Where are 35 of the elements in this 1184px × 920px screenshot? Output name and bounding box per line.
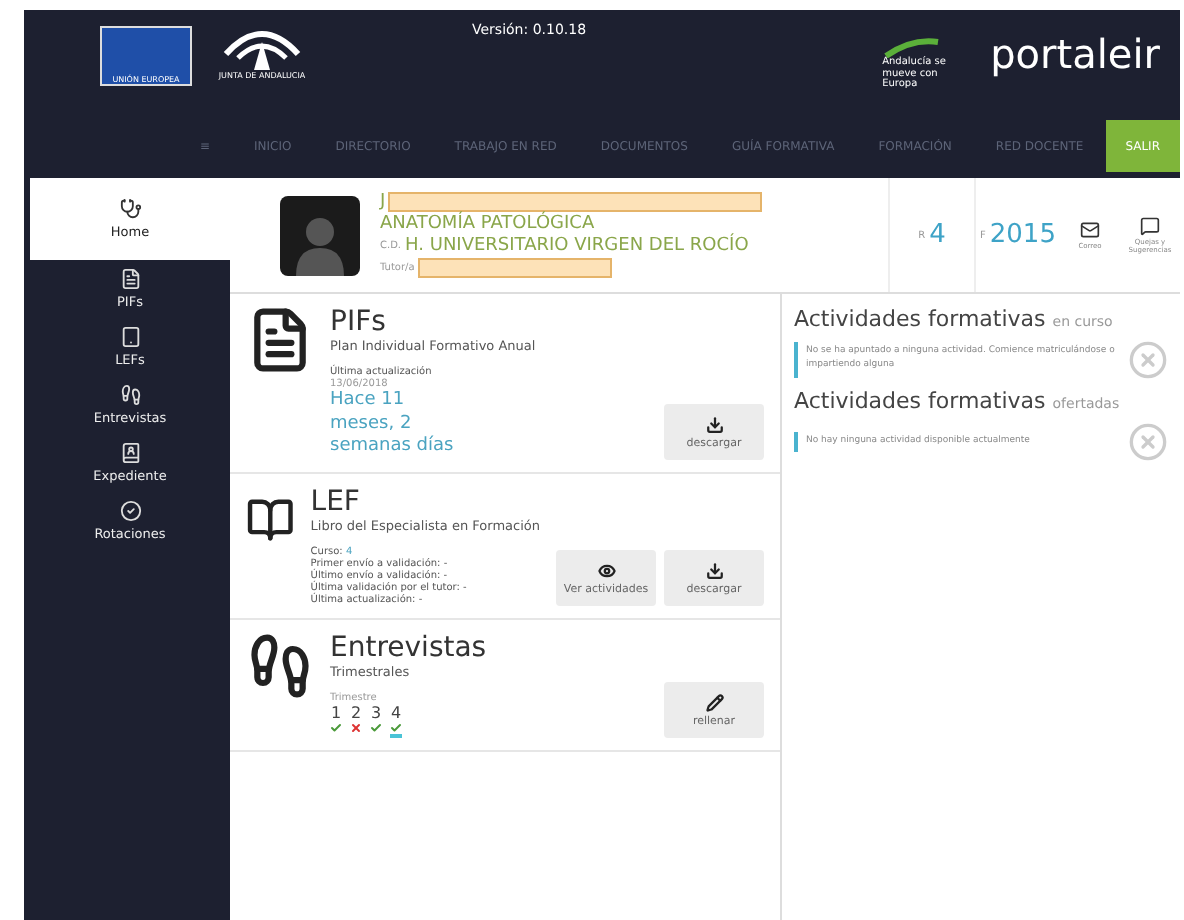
check-icon <box>330 722 342 735</box>
avatar-silhouette <box>280 195 360 275</box>
quarter-tab[interactable]: 3 <box>370 704 382 739</box>
stethoscope-icon <box>119 198 141 220</box>
specialty-text: ANATOMÍA PATOLÓGICA <box>380 214 597 234</box>
pencil-icon <box>705 693 723 712</box>
close-circle-icon <box>1128 422 1168 462</box>
quarter-tab[interactable]: 4 <box>390 704 402 739</box>
tablet-icon <box>119 326 141 348</box>
footprints-icon <box>119 384 141 406</box>
elapsed-time: semanas días <box>330 436 456 461</box>
card-title: Entrevistas <box>330 632 489 665</box>
card-title: LEF <box>310 486 362 519</box>
brand-logo: portaleir <box>990 30 1160 78</box>
download-icon <box>705 561 723 580</box>
download-icon <box>705 415 723 434</box>
center-name: H. UNIVERSITARIO VIRGEN DEL ROCÍO <box>405 236 749 256</box>
footprints-icon <box>246 632 314 701</box>
id-card-icon <box>119 442 141 464</box>
cross-icon <box>350 722 362 735</box>
card-title: PIFs <box>330 306 388 338</box>
name-initial: J <box>380 192 386 212</box>
mail-icon <box>1080 220 1100 240</box>
quarter-tab[interactable]: 2 <box>350 704 362 739</box>
elapsed-time: meses, 2 <box>330 413 414 437</box>
quarter-tab[interactable]: 1 <box>330 704 342 739</box>
close-circle-icon <box>1128 340 1168 380</box>
check-circle-icon <box>119 500 141 522</box>
stars-logo <box>882 38 943 58</box>
stat-value: 2015 <box>989 220 1056 250</box>
message-icon <box>1140 216 1160 236</box>
document-icon <box>119 268 141 290</box>
stat-value: 4 <box>929 220 946 250</box>
eye-icon <box>597 561 615 580</box>
elapsed-time: Hace 11 <box>330 390 407 414</box>
